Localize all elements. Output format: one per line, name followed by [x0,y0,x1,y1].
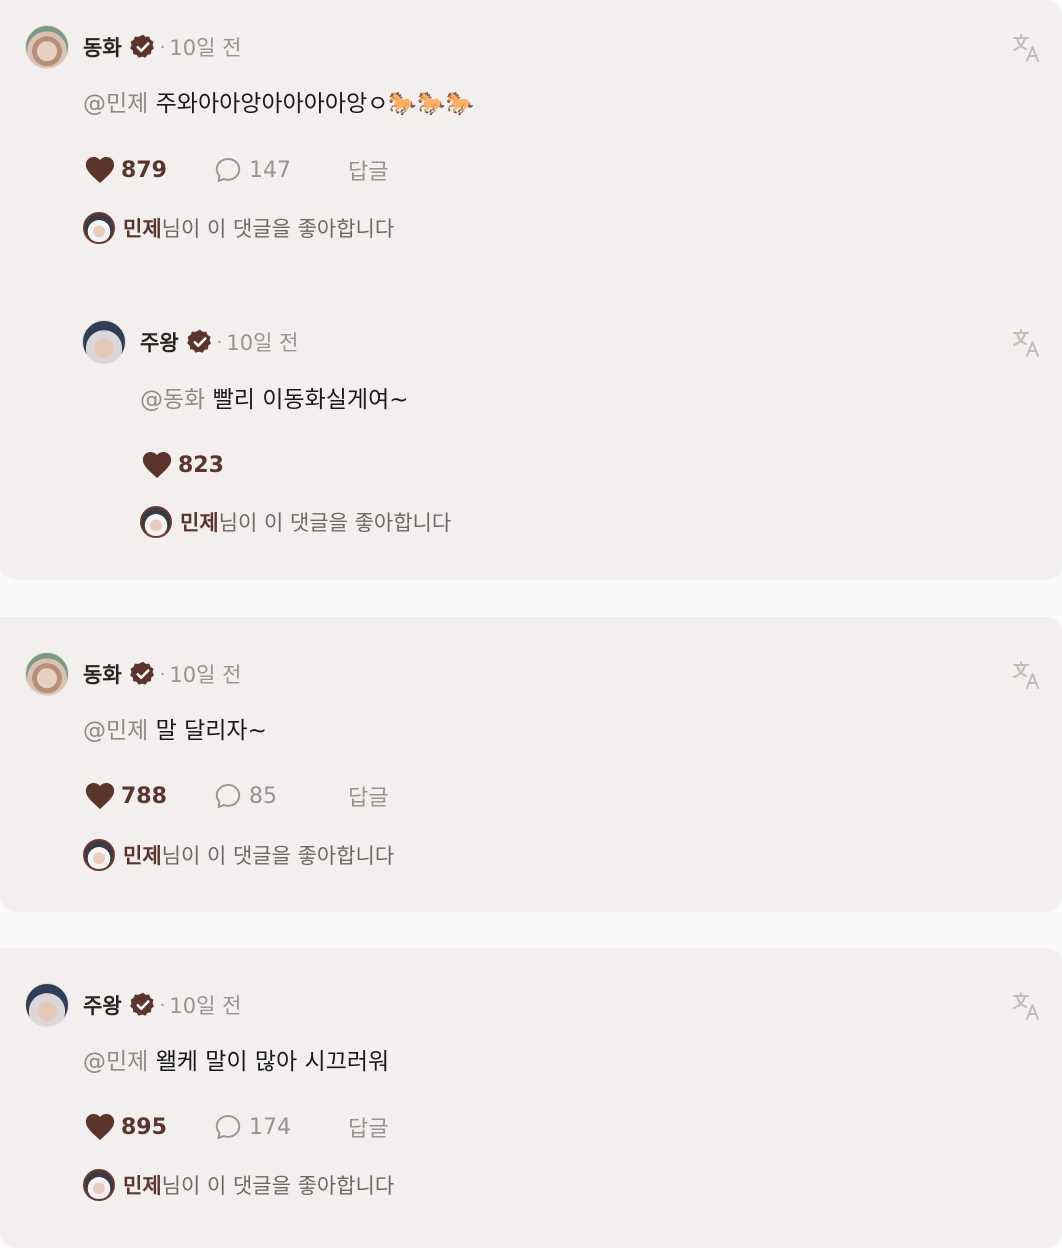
heart-icon [83,153,117,187]
replies-button[interactable]: 85 [213,781,277,811]
liker-avatar [83,839,115,871]
like-button[interactable]: 895 [83,1110,167,1144]
comment-body: 주와아아앙아아아아앙ㅇ🐎🐎🐎 [148,91,475,117]
liked-by-text: 님이 이 댓글을 좋아합니다 [161,844,395,868]
reply-count: 174 [249,1114,291,1140]
mention[interactable]: @민제 [83,718,148,744]
liker-name: 민제 [123,1174,162,1198]
like-count: 895 [121,1114,167,1140]
author-name[interactable]: 동화 [83,32,122,62]
comment-text: @민제 주와아아앙아아아아앙ㅇ🐎🐎🐎 [83,84,474,118]
separator-dot: · [159,36,166,58]
heart-icon [83,1110,117,1144]
comment-actions: 895 174 답글 [83,1110,423,1144]
mention[interactable]: @민제 [83,91,148,117]
timestamp: 10일 전 [169,994,242,1018]
separator-dot: · [159,663,166,685]
mention[interactable]: @동화 [140,387,205,413]
comment-body: 왤케 말이 많아 시끄러워 [148,1049,390,1075]
author-name[interactable]: 동화 [83,659,122,689]
liker-avatar [140,506,172,538]
comment-actions: 879 147 답글 [83,153,423,187]
timestamp: 10일 전 [226,331,299,355]
heart-icon [140,448,174,482]
like-button[interactable]: 879 [83,153,167,187]
verified-badge-icon [129,660,157,688]
translate-icon[interactable] [1011,327,1043,359]
like-count: 823 [178,452,224,478]
comment-bubble-icon [213,781,243,811]
separator-dot: · [216,331,223,353]
like-button[interactable]: 788 [83,779,167,813]
comment-card: 동화 · 10일 전 @민제 말 달리자~ 788 85 답글 민제 님이 이 … [0,617,1062,912]
reply-button[interactable]: 답글 [348,154,388,186]
liked-by-text: 님이 이 댓글을 좋아합니다 [218,511,452,535]
comment-text: @민제 말 달리자~ [83,711,267,745]
comment-actions: 788 85 답글 [83,779,423,813]
avatar[interactable] [82,320,126,364]
liked-by-text: 님이 이 댓글을 좋아합니다 [161,217,395,241]
translate-icon[interactable] [1011,990,1043,1022]
translate-icon[interactable] [1011,659,1043,691]
replies-button[interactable]: 174 [213,1112,291,1142]
liked-by: 민제 님이 이 댓글을 좋아합니다 [83,838,394,872]
reply-body: 빨리 이동화실게여~ [205,387,409,413]
reply-count: 85 [249,783,277,809]
liked-by: 민제 님이 이 댓글을 좋아합니다 [140,505,451,539]
reply-actions: 823 [140,448,224,482]
heart-icon [83,779,117,813]
separator-dot: · [159,994,166,1016]
comment-header: 동화 · 10일 전 [83,659,241,689]
liker-name: 민제 [180,511,219,535]
liker-name: 민제 [123,217,162,241]
timestamp: 10일 전 [169,36,242,60]
translate-icon[interactable] [1011,32,1043,64]
reply-header: 주왕 · 10일 전 [140,327,298,357]
mention[interactable]: @민제 [83,1049,148,1075]
verified-badge-icon [129,991,157,1019]
author-name[interactable]: 주왕 [83,990,122,1020]
verified-badge-icon [129,33,157,61]
like-count: 879 [121,157,167,183]
liked-by: 민제 님이 이 댓글을 좋아합니다 [83,211,394,245]
comment-body: 말 달리자~ [148,718,267,744]
avatar[interactable] [25,983,69,1027]
timestamp: 10일 전 [169,663,242,687]
liker-avatar [83,1169,115,1201]
comment-card: 주왕 · 10일 전 @민제 왤케 말이 많아 시끄러워 895 174 답글 … [0,948,1062,1248]
reply-button[interactable]: 답글 [348,1111,388,1143]
like-button[interactable]: 823 [140,448,224,482]
liked-by-text: 님이 이 댓글을 좋아합니다 [161,1174,395,1198]
like-count: 788 [121,783,167,809]
comment-card: 동화 · 10일 전 @민제 주와아아앙아아아아앙ㅇ🐎🐎🐎 879 147 답글… [0,0,1062,580]
liked-by: 민제 님이 이 댓글을 좋아합니다 [83,1168,394,1202]
avatar[interactable] [25,652,69,696]
replies-button[interactable]: 147 [213,155,291,185]
author-name[interactable]: 주왕 [140,327,179,357]
reply-button[interactable]: 답글 [348,780,388,812]
verified-badge-icon [186,328,214,356]
comment-header: 동화 · 10일 전 [83,32,241,62]
comment-bubble-icon [213,155,243,185]
comment-header: 주왕 · 10일 전 [83,990,241,1020]
comment-bubble-icon [213,1112,243,1142]
avatar[interactable] [25,25,69,69]
liker-name: 민제 [123,844,162,868]
comment-text: @민제 왤케 말이 많아 시끄러워 [83,1042,389,1076]
reply-text: @동화 빨리 이동화실게여~ [140,380,409,414]
reply-count: 147 [249,157,291,183]
liker-avatar [83,212,115,244]
